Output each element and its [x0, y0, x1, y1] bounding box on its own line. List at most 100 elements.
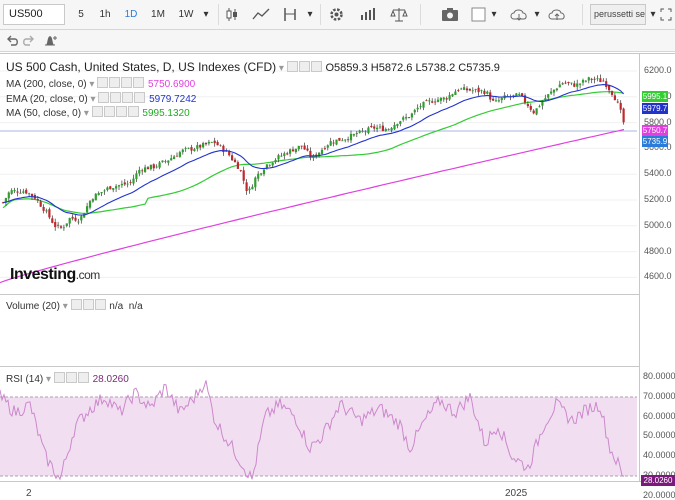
candle-body	[242, 170, 245, 181]
candle-body	[51, 218, 54, 223]
candle-body	[30, 193, 34, 197]
candle-body	[349, 133, 353, 141]
rsi-band	[0, 397, 637, 476]
candle-body	[138, 170, 141, 174]
candle-body	[436, 99, 440, 102]
candle-body	[7, 192, 10, 199]
candle-body	[146, 167, 150, 170]
candle-body	[170, 158, 173, 161]
candle-body	[378, 126, 382, 128]
candle-body	[294, 148, 297, 153]
rsi-legend[interactable]: RSI (14) ▾ 28.0260	[6, 372, 129, 385]
low-value: 5738.2	[421, 62, 456, 74]
candle-body	[48, 209, 51, 218]
candle-body	[393, 124, 396, 130]
rsi-tick: 80.0000	[643, 371, 675, 381]
candle-body	[187, 147, 190, 149]
candle-body	[65, 223, 68, 226]
candle-body	[483, 90, 486, 94]
candle-body	[109, 186, 112, 190]
candle-body	[416, 107, 419, 110]
candle-body	[280, 155, 283, 157]
candle-body	[570, 82, 573, 84]
candle-body	[251, 186, 254, 190]
ma50-value: 5995.1320	[142, 108, 190, 119]
candle-body	[80, 216, 83, 221]
candle-body	[361, 131, 364, 132]
candle-body	[500, 98, 503, 101]
candle-body	[74, 217, 77, 221]
candle-body	[518, 94, 521, 95]
candle-body	[431, 101, 434, 103]
candle-body	[216, 141, 219, 146]
rsi-tag: 28.0260	[641, 474, 675, 486]
candle-body	[465, 88, 469, 91]
candle-body	[428, 100, 431, 102]
candle-body	[326, 145, 329, 148]
high-value: 5872.6	[378, 62, 413, 74]
candle-body	[613, 95, 616, 101]
candle-body	[494, 100, 498, 102]
candle-body	[477, 87, 480, 93]
candle-body	[260, 173, 263, 175]
candle-body	[231, 155, 234, 161]
candle-body	[471, 90, 474, 92]
candle-body	[376, 127, 379, 130]
ma50-legend[interactable]: MA (50, close, 0) ▾ 5995.1320	[6, 106, 190, 119]
candle-body	[126, 183, 129, 185]
candle-body	[199, 144, 202, 148]
candle-body	[532, 110, 535, 114]
candle-body	[396, 123, 399, 126]
candle-body	[164, 161, 167, 162]
candle-body	[590, 78, 593, 80]
volume-legend[interactable]: Volume (20) ▾ n/a n/a	[6, 299, 143, 312]
rsi-tick: 40.0000	[643, 450, 675, 460]
ma200-legend[interactable]: MA (200, close, 0) ▾ 5750.6900	[6, 77, 195, 90]
candle-body	[497, 100, 500, 102]
candle-body	[367, 127, 370, 134]
candle-body	[155, 166, 158, 168]
candle-body	[547, 94, 550, 98]
candle-body	[457, 90, 460, 91]
candle-body	[434, 101, 437, 103]
candle-body	[245, 182, 248, 191]
candle-body	[448, 95, 451, 100]
open-value: 5859.3	[334, 62, 368, 74]
candle-body	[480, 90, 483, 92]
candle-body	[610, 91, 614, 95]
candle-body	[622, 108, 625, 123]
candle-body	[184, 148, 187, 149]
candle-body	[68, 218, 71, 224]
price-tick: 5200.0	[644, 194, 672, 204]
candle-body	[178, 152, 181, 157]
candle-body	[149, 164, 152, 170]
candle-body	[581, 80, 585, 83]
candle-body	[422, 101, 425, 108]
candle-body	[115, 186, 118, 189]
candle-body	[62, 227, 65, 229]
candle-body	[236, 162, 239, 169]
fullscreen-icon[interactable]	[660, 8, 672, 29]
price-tag: 5735.9	[642, 136, 668, 147]
candle-body	[384, 129, 387, 132]
candle-body	[451, 94, 454, 97]
ma200-line	[0, 128, 625, 284]
user-dropdown-icon[interactable]: ▾	[648, 4, 658, 25]
rsi-tick: 70.0000	[643, 390, 675, 401]
candle-body	[112, 188, 115, 190]
candle-body	[541, 101, 544, 106]
candle-body	[521, 93, 524, 96]
price-tick: 5400.0	[644, 168, 672, 179]
candle-body	[45, 210, 48, 212]
candle-body	[390, 128, 393, 131]
candle-body	[120, 183, 123, 186]
candle-body	[193, 149, 196, 152]
candle-body	[445, 98, 448, 100]
candle-body	[355, 133, 358, 135]
price-tick: 4600.0	[644, 271, 672, 282]
candle-body	[329, 141, 332, 146]
candle-body	[373, 126, 376, 129]
candle-body	[204, 142, 208, 145]
candle-body	[587, 77, 590, 81]
ema20-legend[interactable]: EMA (20, close, 0) ▾ 5979.7242	[6, 92, 196, 105]
